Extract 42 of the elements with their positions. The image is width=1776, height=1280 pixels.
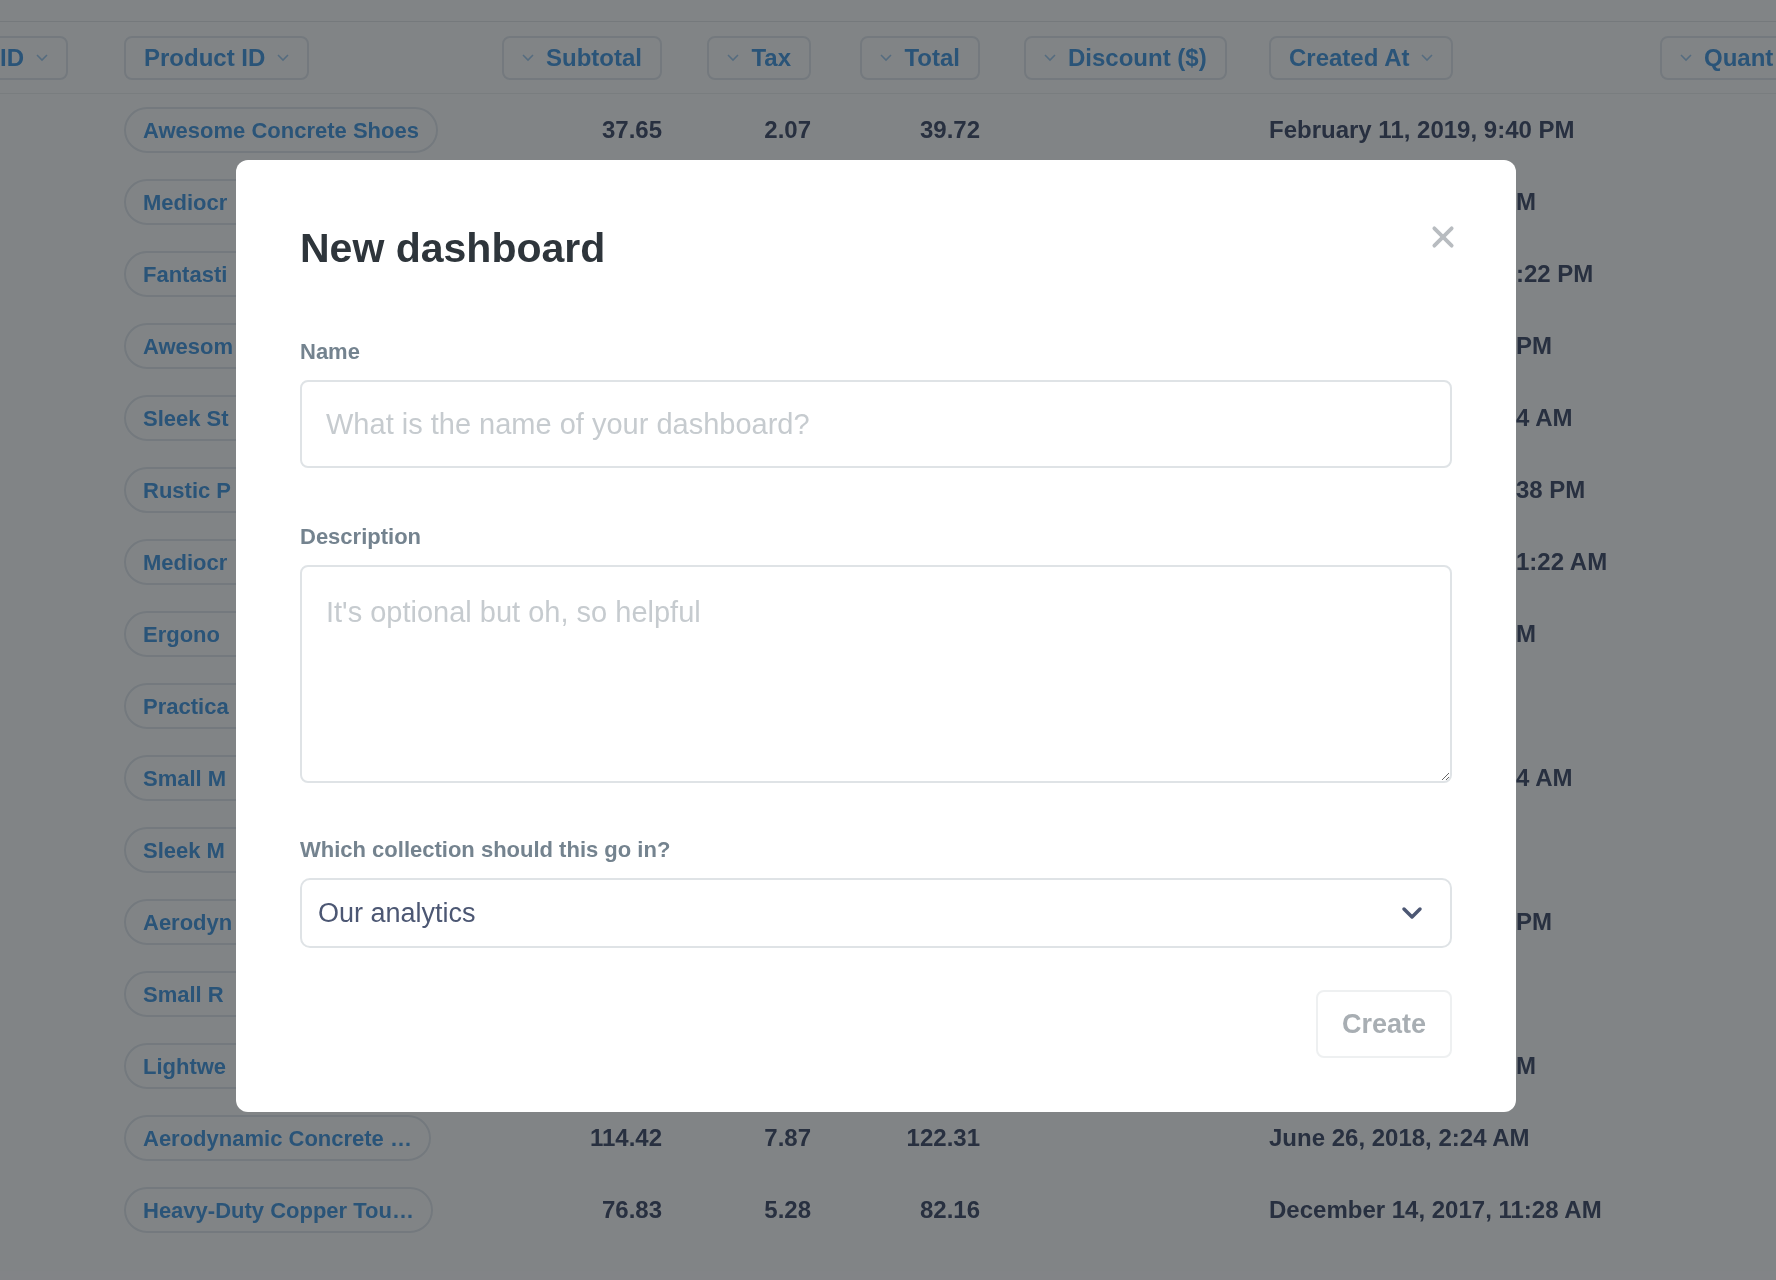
table-cell-text: 4 AM [1516,763,1573,793]
table-cell-text: 37.65 [601,115,662,145]
field-label: Which collection should this go in? [300,836,671,864]
description-textarea[interactable]: It's optional but oh, so helpful [300,565,1452,783]
collection-select[interactable]: Our analytics [300,878,1452,948]
column-header[interactable]: Discount ($) [1024,35,1227,80]
product-link[interactable]: Awesome Concrete Shoes [124,107,438,153]
table-cell-text: :22 PM [1516,259,1594,289]
name-input-field[interactable]: What is the name of your dashboard? [300,380,1452,468]
field-label: Name [300,338,360,366]
table-cell-text: PM [1516,331,1552,361]
product-link[interactable]: Aerodynamic Concrete … [124,1115,431,1161]
table-cell-text: M [1516,187,1536,217]
table-cell-text: December 14, 2017, 11:28 AM [1269,1195,1602,1225]
table-cell-text: M [1516,619,1536,649]
table-cell-text: 5.28 [764,1195,811,1225]
table-cell-text: 38 PM [1516,475,1586,505]
table-cell-text: 1:22 AM [1516,547,1608,577]
column-header[interactable]: Total [860,35,980,80]
close-icon[interactable] [1430,224,1456,250]
select-value: Our analytics [318,896,476,930]
column-header[interactable]: Product ID [124,35,310,80]
table-cell-text: February 11, 2019, 9:40 PM [1269,115,1575,145]
column-header[interactable]: Quant [1660,35,1776,80]
product-link[interactable]: Heavy-Duty Copper Tou… [124,1187,433,1233]
table-cell-text: PM [1516,907,1552,937]
column-header[interactable]: ID [0,35,68,80]
table-cell-text: 2.07 [764,115,811,145]
table-cell-text: 39.72 [919,115,980,145]
field-label: Description [300,523,422,551]
table-cell-text: 4 AM [1516,403,1573,433]
dialog-title: New dashboard [300,228,606,269]
table-cell-text: 7.87 [764,1123,811,1153]
table-cell-text: June 26, 2018, 2:24 AM [1269,1123,1530,1153]
table-cell-text: 82.16 [919,1195,980,1225]
table-cell-text: M [1516,1051,1536,1081]
column-header[interactable]: Subtotal [502,35,662,80]
table-cell-text: 122.31 [906,1123,980,1153]
column-header[interactable]: Created At [1269,35,1454,80]
table-cell-text: 76.83 [601,1195,662,1225]
column-header[interactable]: Tax [707,35,811,80]
table-cell-text: 114.42 [589,1123,662,1153]
